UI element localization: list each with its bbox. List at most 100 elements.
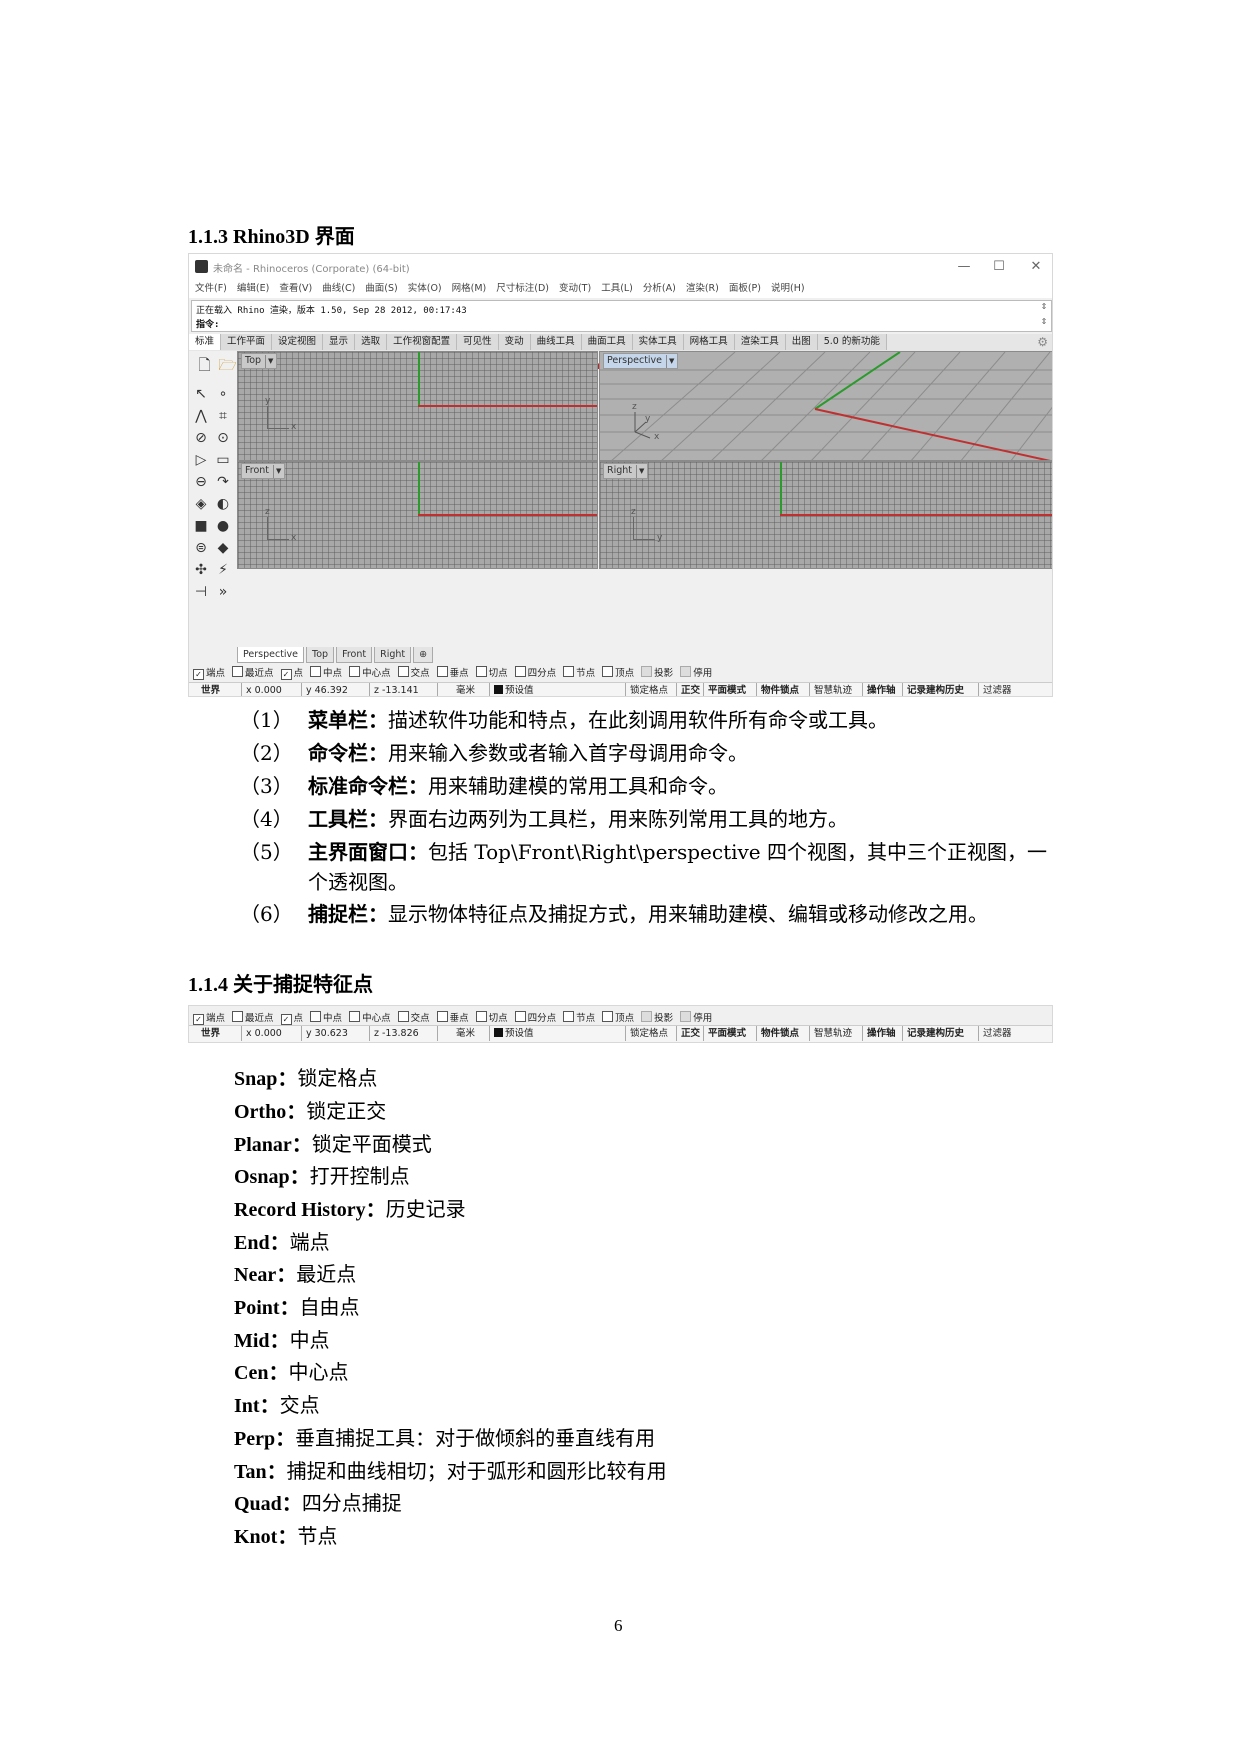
mesh-icon[interactable]: ◆ (213, 538, 233, 558)
circle-icon[interactable]: ⊘ (191, 428, 211, 448)
osnap-mid[interactable]: 中点 (310, 666, 342, 682)
checkbox-icon[interactable] (563, 666, 575, 677)
tab-curve-tools[interactable]: 曲线工具 (530, 334, 582, 350)
viewport-perspective[interactable]: Perspective ▼ z y x (599, 351, 1052, 461)
minimize-icon[interactable]: — (949, 257, 979, 277)
checkbox-icon[interactable] (602, 1011, 614, 1022)
boolean-icon[interactable]: ✣ (191, 560, 211, 580)
tab-front[interactable]: Front (336, 647, 373, 663)
menu-item-render[interactable]: 渲染(R) (686, 280, 719, 298)
box-icon[interactable]: ■ (191, 516, 211, 536)
osnap-project[interactable]: 投影 (641, 666, 673, 682)
checkbox-icon[interactable] (641, 666, 653, 677)
checkbox-icon[interactable] (397, 666, 409, 677)
tab-solid-tools[interactable]: 实体工具 (632, 334, 684, 350)
toggle-snap[interactable]: 锁定格点 (625, 683, 668, 696)
curve-points-icon[interactable]: ⌗ (213, 406, 233, 426)
command-prompt[interactable]: 指令: (196, 317, 219, 330)
checkbox-icon[interactable] (602, 666, 614, 677)
checkbox-icon[interactable] (475, 1011, 487, 1022)
polygon-icon[interactable]: ▷ (191, 450, 211, 470)
osnap-vertex[interactable]: 顶点 (602, 666, 634, 682)
osnap-disable[interactable]: 停用 (680, 666, 712, 682)
tab-display[interactable]: 显示 (323, 334, 356, 350)
arc-icon[interactable]: ⊖ (191, 472, 211, 492)
toggle-record-history[interactable]: 记录建构历史 (902, 1026, 964, 1041)
rectangle-icon[interactable]: ▭ (213, 450, 233, 470)
new-file-icon[interactable]: 🗋 (194, 355, 215, 376)
menu-item-mesh[interactable]: 网格(M) (452, 280, 487, 298)
tab-select[interactable]: 选取 (355, 334, 388, 350)
transform-icon[interactable]: ⚡ (213, 560, 233, 580)
toggle-filter[interactable]: 过滤器 (978, 683, 1012, 696)
checkbox-icon[interactable] (680, 666, 692, 677)
menu-item-transform[interactable]: 变动(T) (559, 280, 591, 298)
gear-icon[interactable]: ⚙ (1037, 335, 1048, 349)
checkbox-checked-icon[interactable]: ✓ (280, 1014, 292, 1025)
menu-item-edit[interactable]: 编辑(E) (237, 280, 269, 298)
osnap-point[interactable]: ✓ 点 (280, 666, 303, 682)
menu-item-view[interactable]: 查看(V) (279, 280, 312, 298)
checkbox-checked-icon[interactable]: ✓ (193, 1014, 204, 1025)
extrude-icon[interactable]: ◐ (213, 494, 233, 514)
chevron-down-icon[interactable]: ▼ (666, 355, 674, 368)
osnap-knot[interactable]: 节点 (563, 666, 595, 682)
tab-viewport-layout[interactable]: 工作视窗配置 (387, 334, 458, 350)
ellipse-icon[interactable]: ⊙ (213, 428, 233, 448)
checkbox-icon[interactable] (232, 1011, 244, 1022)
menu-item-file[interactable]: 文件(F) (195, 280, 227, 298)
fillet-icon[interactable]: ↷ (213, 472, 233, 492)
osnap-end[interactable]: ✓ 端点 (193, 666, 225, 682)
toggle-record-history[interactable]: 记录建构历史 (902, 683, 964, 696)
checkbox-checked-icon[interactable]: ✓ (280, 669, 292, 680)
tab-perspective[interactable]: Perspective (237, 647, 305, 663)
add-viewport-icon[interactable]: ⊕ (413, 647, 434, 663)
chevron-down-icon[interactable]: ▼ (273, 465, 281, 478)
checkbox-icon[interactable] (514, 666, 526, 677)
viewport-top[interactable]: Top ▼ y x (237, 351, 598, 461)
menu-item-dimension[interactable]: 尺寸标注(D) (496, 280, 549, 298)
status-cplane[interactable]: 世界 (201, 1026, 220, 1041)
checkbox-icon[interactable] (641, 1011, 653, 1022)
checkbox-icon[interactable] (436, 1011, 448, 1022)
checkbox-icon[interactable] (232, 666, 244, 677)
tab-mesh-tools[interactable]: 网格工具 (683, 334, 735, 350)
menu-item-surface[interactable]: 曲面(S) (365, 280, 397, 298)
checkbox-icon[interactable] (514, 1011, 526, 1022)
viewport-right[interactable]: Right ▼ z y (599, 461, 1052, 569)
menu-item-analyze[interactable]: 分析(A) (643, 280, 676, 298)
command-area[interactable]: 正在载入 Rhino 渲染，版本 1.50, Sep 28 2012, 00:1… (191, 300, 1052, 332)
status-layer[interactable]: 预设值 (489, 1026, 534, 1041)
chevron-down-icon[interactable]: ▼ (265, 355, 273, 368)
menu-item-help[interactable]: 说明(H) (771, 280, 805, 298)
tab-set-view[interactable]: 设定视图 (272, 334, 324, 350)
toggle-osnap[interactable]: 物件锁点 (756, 1026, 799, 1041)
viewport-label-right[interactable]: Right ▼ (603, 463, 649, 479)
tab-surface-tools[interactable]: 曲面工具 (581, 334, 633, 350)
open-folder-icon[interactable]: 🗁 (217, 355, 238, 376)
checkbox-icon[interactable] (436, 666, 448, 677)
dimension-icon[interactable]: ⊣ (191, 582, 211, 602)
checkbox-icon[interactable] (680, 1011, 692, 1022)
toggle-smarttrack[interactable]: 智慧轨迹 (809, 1026, 852, 1041)
menu-item-solid[interactable]: 实体(O) (408, 280, 442, 298)
osnap-tan[interactable]: 切点 (475, 666, 508, 682)
toggle-gumball[interactable]: 操作轴 (862, 683, 896, 696)
checkbox-icon[interactable] (310, 1011, 322, 1022)
tab-right[interactable]: Right (374, 647, 412, 663)
checkbox-icon[interactable] (349, 1011, 361, 1022)
polyline-icon[interactable]: ⋀ (191, 406, 211, 426)
tab-transform[interactable]: 变动 (498, 334, 531, 350)
toggle-smarttrack[interactable]: 智慧轨迹 (809, 683, 852, 696)
toggle-filter[interactable]: 过滤器 (978, 1026, 1012, 1041)
toggle-ortho[interactable]: 正交 (676, 683, 700, 696)
tab-standard[interactable]: 标准 (189, 334, 222, 350)
maximize-icon[interactable]: ☐ (984, 257, 1014, 277)
scroll-up-icon[interactable]: ⇕ (1039, 302, 1049, 311)
checkbox-checked-icon[interactable]: ✓ (193, 669, 204, 680)
checkbox-icon[interactable] (475, 666, 487, 677)
close-icon[interactable]: ✕ (1021, 257, 1051, 277)
tab-top[interactable]: Top (306, 647, 335, 663)
toggle-planar[interactable]: 平面模式 (703, 683, 746, 696)
tab-new-in-v5[interactable]: 5.0 的新功能 (817, 334, 887, 350)
